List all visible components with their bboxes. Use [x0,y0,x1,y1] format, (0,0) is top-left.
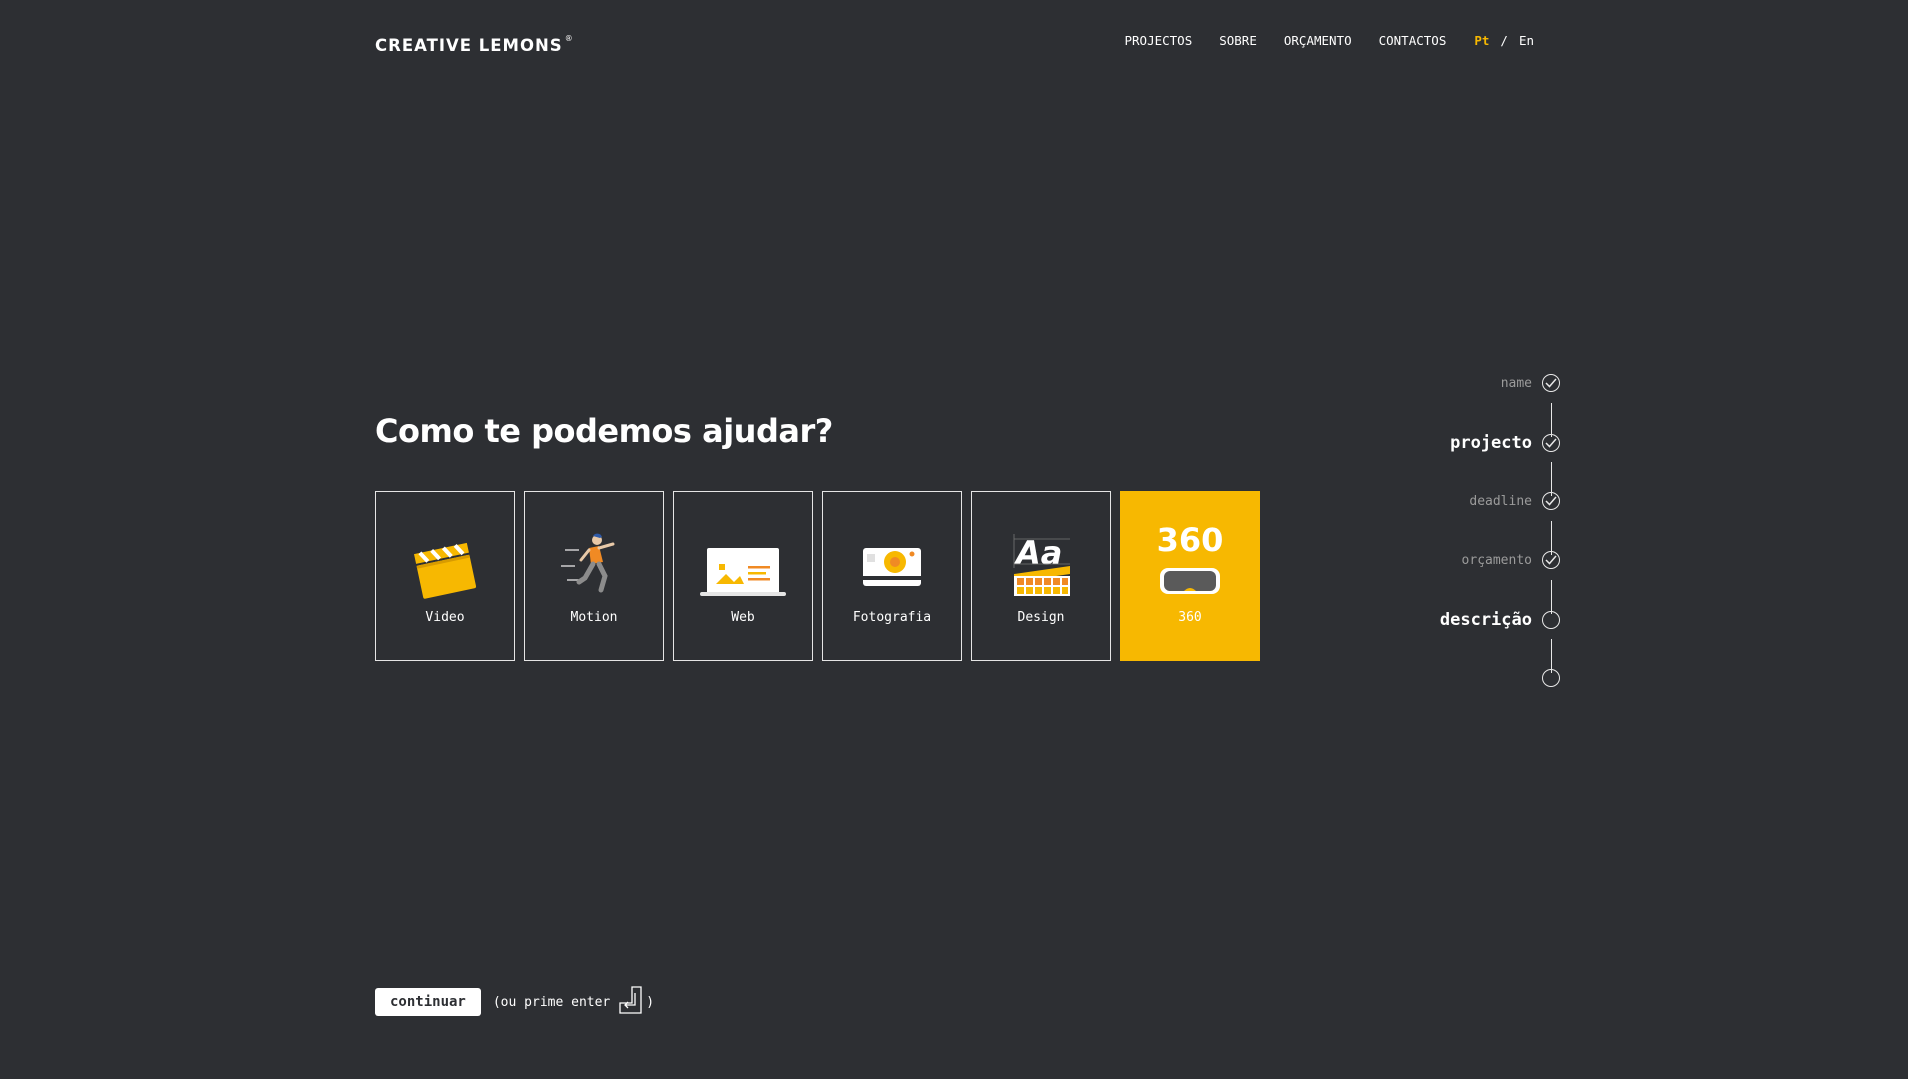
step-connector [1551,521,1552,555]
step-final[interactable] [1532,669,1560,687]
typography-palette-icon: Aa [1006,530,1076,600]
lang-separator: / [1500,33,1508,48]
check-circle-icon [1542,492,1560,510]
continue-button[interactable]: continuar [375,988,481,1016]
step-projecto[interactable]: projecto [1450,433,1560,453]
lang-pt[interactable]: Pt [1474,33,1489,48]
service-options: Video Motion Web Fotografia Aa Design 36… [375,491,1269,661]
option-label: Fotografia [852,610,932,625]
laptop-icon [698,530,788,600]
lang-en[interactable]: En [1519,33,1534,48]
check-circle-icon [1542,374,1560,392]
option-label: 360 [1178,610,1202,625]
step-deadline[interactable]: deadline [1469,492,1560,510]
vr-headset-icon: 360 [1156,520,1224,600]
registered-mark: ® [564,33,574,43]
step-label: name [1500,375,1532,391]
clapperboard-icon [410,530,480,600]
option-design[interactable]: Aa Design [971,491,1111,661]
camera-icon [857,530,927,600]
step-label: orçamento [1461,552,1532,568]
nav-contactos[interactable]: CONTACTOS [1379,33,1447,48]
enter-hint: (ou prime enter ) [493,985,654,1019]
check-circle-icon [1542,434,1560,452]
enter-key-icon [618,985,644,1019]
option-label: Motion [570,610,618,625]
page-title: Como te podemos ajudar? [375,412,833,450]
running-person-icon [559,530,629,600]
main-nav: PROJECTOS SOBRE ORÇAMENTO CONTACTOS Pt /… [1098,33,1535,48]
option-web[interactable]: Web [673,491,813,661]
option-fotografia[interactable]: Fotografia [822,491,962,661]
option-360[interactable]: 360 360 [1120,491,1260,661]
nav-projectos[interactable]: PROJECTOS [1125,33,1193,48]
option-label: Video [425,610,465,625]
hint-text: (ou prime enter [492,994,611,1010]
step-label: deadline [1469,493,1532,509]
nav-orcamento[interactable]: ORÇAMENTO [1284,33,1352,48]
hint-suffix: ) [646,994,655,1010]
step-label: projecto [1450,433,1532,453]
step-descricao[interactable]: descrição [1440,610,1560,630]
option-label: Web [731,610,755,625]
nav-sobre[interactable]: SOBRE [1219,33,1257,48]
big-360-text: 360 [1156,521,1224,559]
option-label: Design [1017,610,1065,625]
check-circle-icon [1542,551,1560,569]
progress-steps: name projecto deadline orçamento descriç… [1300,370,1560,700]
svg-text:Aa: Aa [1013,534,1062,572]
form-footer: continuar (ou prime enter ) [375,985,654,1019]
option-motion[interactable]: Motion [524,491,664,661]
step-connector [1551,462,1552,496]
logo[interactable]: CREATIVE LEMONS ® [375,33,574,56]
step-name[interactable]: name [1501,374,1560,392]
step-label: descrição [1439,610,1532,630]
step-connector [1551,639,1552,673]
step-connector [1551,403,1552,437]
option-video[interactable]: Video [375,491,515,661]
empty-circle-icon [1542,669,1560,687]
empty-circle-icon [1542,611,1560,629]
step-connector [1551,580,1552,614]
step-orcamento[interactable]: orçamento [1462,551,1560,569]
logo-text: CREATIVE LEMONS [375,36,563,55]
language-switcher: Pt / En [1474,33,1534,48]
